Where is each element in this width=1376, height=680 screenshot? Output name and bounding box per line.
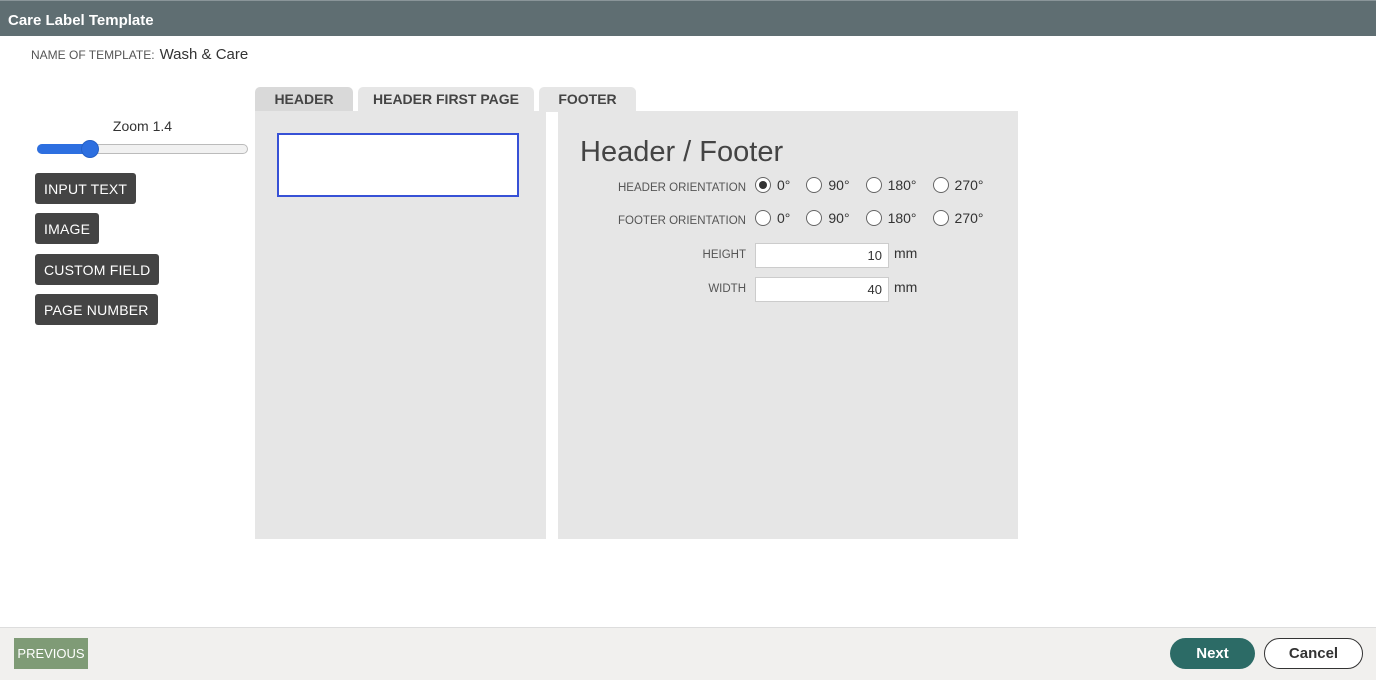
- cancel-button[interactable]: Cancel: [1264, 638, 1363, 669]
- radio-unchecked-icon[interactable]: [865, 210, 882, 226]
- zoom-slider[interactable]: [37, 140, 248, 158]
- footer-orientation-270[interactable]: 270°: [932, 210, 984, 226]
- width-input[interactable]: [755, 277, 889, 302]
- template-name-row: NAME OF TEMPLATE: Wash & Care: [31, 46, 248, 63]
- header-orientation-270[interactable]: 270°: [932, 177, 984, 193]
- radio-unchecked-icon[interactable]: [865, 177, 882, 193]
- header-orientation-row: HEADER ORIENTATION 0° 90° 180° 270°: [558, 176, 1018, 202]
- radio-unchecked-icon[interactable]: [755, 210, 771, 226]
- page-number-button[interactable]: PAGE NUMBER: [35, 294, 158, 325]
- label-canvas-panel: [255, 111, 546, 539]
- header-orientation-90[interactable]: 90°: [806, 177, 850, 193]
- tab-footer[interactable]: FOOTER: [539, 87, 636, 112]
- header-orientation-label: HEADER ORIENTATION: [618, 182, 746, 194]
- footer-orientation-90[interactable]: 90°: [806, 210, 850, 226]
- height-label: HEIGHT: [702, 249, 746, 261]
- radio-unchecked-icon[interactable]: [806, 177, 823, 193]
- template-name-value: Wash & Care: [159, 46, 249, 63]
- tab-header[interactable]: HEADER: [255, 87, 353, 112]
- header-area-box[interactable]: [277, 133, 519, 197]
- template-name-label: NAME OF TEMPLATE:: [31, 48, 155, 62]
- height-input[interactable]: [755, 243, 889, 268]
- radio-unchecked-icon[interactable]: [932, 177, 949, 193]
- width-row: WIDTH mm: [558, 277, 1018, 303]
- width-label: WIDTH: [708, 283, 746, 295]
- footer-orientation-0[interactable]: 0°: [755, 210, 790, 226]
- footer-orientation-group: 0° 90° 180° 270°: [755, 210, 1000, 226]
- radio-unchecked-icon[interactable]: [806, 210, 823, 226]
- window-title: Care Label Template: [0, 0, 1376, 36]
- zoom-label: Zoom 1.4: [112, 118, 173, 134]
- height-row: HEIGHT mm: [558, 243, 1018, 269]
- previous-button[interactable]: PREVIOUS: [14, 638, 88, 669]
- radio-unchecked-icon[interactable]: [932, 210, 949, 226]
- header-orientation-0[interactable]: 0°: [755, 177, 790, 193]
- footer-orientation-label: FOOTER ORIENTATION: [618, 215, 746, 227]
- footer-orientation-180[interactable]: 180°: [865, 210, 917, 226]
- zoom-slider-thumb[interactable]: [80, 140, 99, 158]
- radio-checked-icon[interactable]: [755, 177, 771, 193]
- header-orientation-180[interactable]: 180°: [865, 177, 917, 193]
- width-unit: mm: [894, 279, 918, 295]
- footer-bar: PREVIOUS Next Cancel: [0, 627, 1376, 680]
- custom-field-button[interactable]: CUSTOM FIELD: [35, 254, 160, 285]
- height-unit: mm: [894, 245, 918, 261]
- footer-orientation-row: FOOTER ORIENTATION 0° 90° 180° 270°: [558, 209, 1018, 235]
- image-button[interactable]: IMAGE: [35, 213, 100, 244]
- properties-panel: Header / Footer HEADER ORIENTATION 0° 90…: [558, 111, 1018, 539]
- properties-title: Header / Footer: [580, 136, 784, 168]
- tab-header-first-page[interactable]: HEADER FIRST PAGE: [358, 87, 534, 112]
- input-text-button[interactable]: INPUT TEXT: [35, 173, 137, 204]
- next-button[interactable]: Next: [1170, 638, 1255, 669]
- header-orientation-group: 0° 90° 180° 270°: [755, 177, 1000, 193]
